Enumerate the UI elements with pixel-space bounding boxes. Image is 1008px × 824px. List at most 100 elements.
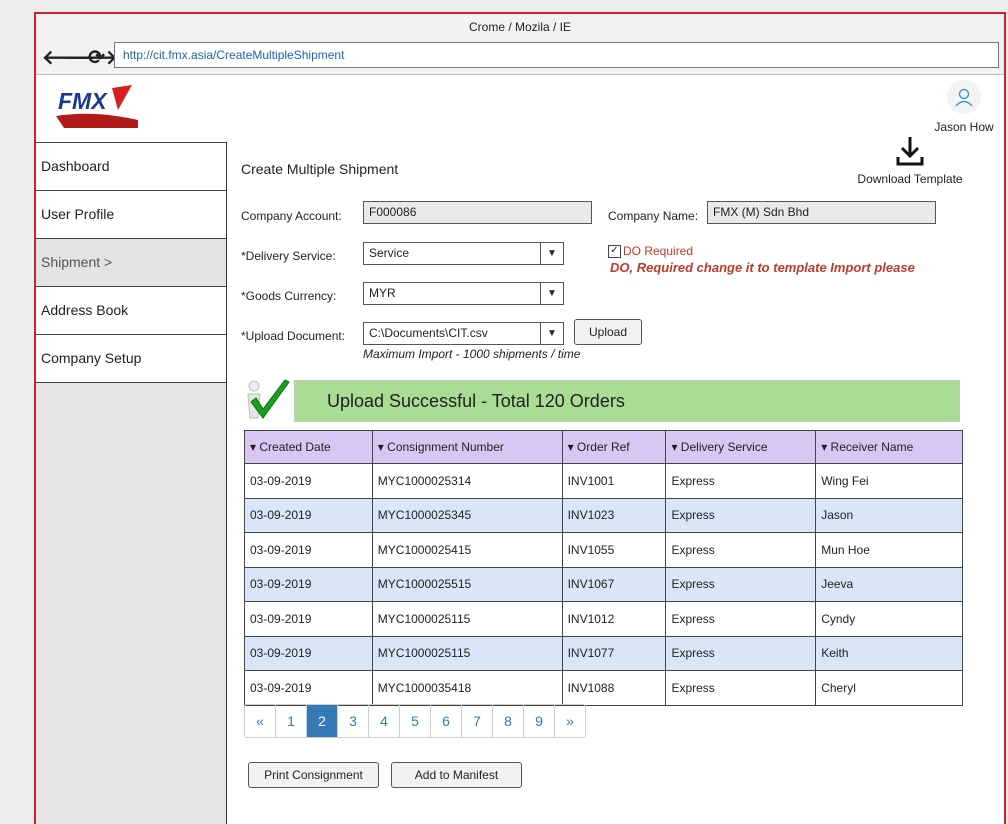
download-icon: [896, 137, 924, 166]
upload-document-select[interactable]: C:\Documents\CIT.csv ▼: [363, 322, 564, 345]
cell-order-ref: INV1067: [561, 566, 667, 602]
cell-delivery-service: Express: [665, 463, 817, 499]
sidebar-item-shipment[interactable]: Shipment >: [36, 239, 226, 287]
cell-order-ref: INV1012: [561, 601, 667, 637]
back-arrow-icon[interactable]: 🡐: [42, 45, 96, 70]
pagination-page-1[interactable]: 1: [276, 705, 307, 737]
upload-document-label: *Upload Document:: [241, 329, 346, 343]
cell-created-date: 03-09-2019: [244, 635, 373, 671]
cell-created-date: 03-09-2019: [244, 566, 373, 602]
checkbox-checked-icon[interactable]: ✓: [608, 244, 621, 258]
cell-created-date: 03-09-2019: [244, 601, 373, 637]
cell-consignment-number: MYC1000025345: [371, 497, 563, 533]
cell-receiver-name: Cyndy: [815, 601, 963, 637]
browser-nav: 🡐🡒⟳: [42, 45, 118, 70]
pagination-page-9[interactable]: 9: [524, 705, 555, 737]
dropdown-arrow-icon[interactable]: ▼: [540, 283, 563, 304]
pagination-next[interactable]: »: [555, 705, 585, 737]
cell-order-ref: INV1023: [561, 497, 667, 533]
user-menu[interactable]: Jason How: [929, 80, 999, 134]
column-header-order-ref[interactable]: ▾ Order Ref: [561, 430, 667, 464]
dropdown-arrow-icon[interactable]: ▼: [540, 323, 563, 344]
pagination-page-3[interactable]: 3: [338, 705, 369, 737]
cell-consignment-number: MYC1000025115: [371, 635, 563, 671]
page-title: Create Multiple Shipment: [241, 161, 399, 177]
user-avatar-icon[interactable]: [947, 80, 981, 114]
cell-delivery-service: Express: [665, 635, 817, 671]
goods-currency-select[interactable]: MYR ▼: [363, 282, 564, 305]
browser-window: Crome / Mozila / IE 🡐🡒⟳ http://cit.fmx.a…: [34, 12, 1006, 824]
cell-order-ref: INV1001: [561, 463, 667, 499]
pagination-page-2[interactable]: 2: [307, 705, 338, 737]
table-row[interactable]: 03-09-2019 MYC1000025314 INV1001 Express…: [244, 463, 963, 499]
goods-currency-label: *Goods Currency:: [241, 289, 337, 303]
table-row[interactable]: 03-09-2019 MYC1000035418 INV1088 Express…: [244, 670, 963, 706]
checkmark-icon: [241, 378, 291, 422]
fmx-logo-graphic: FMX: [56, 85, 138, 128]
cell-delivery-service: Express: [665, 497, 817, 533]
delivery-service-select[interactable]: Service ▼: [363, 242, 564, 265]
table-row[interactable]: 03-09-2019 MYC1000025515 INV1067 Express…: [244, 566, 963, 602]
sidebar: Dashboard User Profile Shipment > Addres…: [36, 142, 227, 824]
table-row[interactable]: 03-09-2019 MYC1000025345 INV1023 Express…: [244, 497, 963, 533]
pagination-page-4[interactable]: 4: [369, 705, 400, 737]
address-bar[interactable]: http://cit.fmx.asia/CreateMultipleShipme…: [114, 42, 999, 68]
cell-delivery-service: Express: [665, 566, 817, 602]
cell-consignment-number: MYC1000035418: [371, 670, 563, 706]
cell-created-date: 03-09-2019: [244, 497, 373, 533]
pagination-page-7[interactable]: 7: [462, 705, 493, 737]
cell-consignment-number: MYC1000025515: [371, 566, 563, 602]
fmx-logo[interactable]: FMX: [54, 84, 144, 130]
reload-icon[interactable]: ⟳: [86, 45, 108, 70]
table-row[interactable]: 03-09-2019 MYC1000025115 INV1012 Express…: [244, 601, 963, 637]
browser-title: Crome / Mozila / IE: [468, 20, 572, 34]
pagination-prev[interactable]: «: [245, 705, 276, 737]
column-header-delivery-service[interactable]: ▾ Delivery Service: [665, 430, 817, 464]
pagination-page-6[interactable]: 6: [431, 705, 462, 737]
download-template-button[interactable]: Download Template: [856, 135, 964, 186]
table-header-row: ▾ Created Date ▾ Consignment Number ▾ Or…: [244, 430, 963, 464]
cell-order-ref: INV1088: [561, 670, 667, 706]
forward-arrow-icon[interactable]: 🡒: [64, 45, 118, 70]
pagination-page-8[interactable]: 8: [493, 705, 524, 737]
logo-text: FMX: [58, 88, 108, 114]
sidebar-item-dashboard[interactable]: Dashboard: [36, 142, 226, 191]
sidebar-item-address-book[interactable]: Address Book: [36, 287, 226, 335]
download-template-label: Download Template: [857, 172, 963, 186]
company-name-label: Company Name:: [608, 209, 699, 223]
cell-receiver-name: Wing Fei: [815, 463, 963, 499]
table-row[interactable]: 03-09-2019 MYC1000025115 INV1077 Express…: [244, 635, 963, 671]
cell-receiver-name: Mun Hoe: [815, 532, 963, 568]
cell-receiver-name: Cheryl: [815, 670, 963, 706]
table-row[interactable]: 03-09-2019 MYC1000025415 INV1055 Express…: [244, 532, 963, 568]
company-name-field: FMX (M) Sdn Bhd: [707, 201, 936, 224]
column-header-consignment-number[interactable]: ▾ Consignment Number: [371, 430, 563, 464]
dropdown-arrow-icon[interactable]: ▼: [540, 243, 563, 264]
upload-button[interactable]: Upload: [574, 319, 642, 345]
cell-order-ref: INV1055: [561, 532, 667, 568]
cell-delivery-service: Express: [665, 601, 817, 637]
do-required-label: DO Required: [623, 244, 694, 258]
pagination-page-5[interactable]: 5: [400, 705, 431, 737]
add-to-manifest-button[interactable]: Add to Manifest: [391, 762, 522, 788]
do-required-checkbox[interactable]: ✓ DO Required: [608, 244, 693, 258]
delivery-service-value: Service: [369, 246, 410, 260]
column-header-created-date[interactable]: ▾ Created Date: [244, 430, 373, 464]
cell-receiver-name: Keith: [815, 635, 963, 671]
sidebar-item-user-profile[interactable]: User Profile: [36, 191, 226, 239]
shipment-table: ▾ Created Date ▾ Consignment Number ▾ Or…: [244, 430, 963, 706]
do-note: DO, Required change it to template Impor…: [610, 260, 915, 275]
cell-receiver-name: Jeeva: [815, 566, 963, 602]
cell-consignment-number: MYC1000025314: [371, 463, 563, 499]
goods-currency-value: MYR: [369, 286, 396, 300]
cell-consignment-number: MYC1000025115: [371, 601, 563, 637]
column-header-receiver-name[interactable]: ▾ Receiver Name: [815, 430, 963, 464]
cell-created-date: 03-09-2019: [244, 463, 373, 499]
upload-document-value: C:\Documents\CIT.csv: [369, 326, 488, 340]
browser-titlebar: Crome / Mozila / IE 🡐🡒⟳ http://cit.fmx.a…: [36, 14, 1004, 75]
sidebar-item-company-setup[interactable]: Company Setup: [36, 335, 226, 383]
print-consignment-button[interactable]: Print Consignment: [248, 762, 379, 788]
delivery-service-label: *Delivery Service:: [241, 249, 336, 263]
upload-success-banner: Upload Successful - Total 120 Orders: [294, 380, 960, 422]
cell-receiver-name: Jason: [815, 497, 963, 533]
